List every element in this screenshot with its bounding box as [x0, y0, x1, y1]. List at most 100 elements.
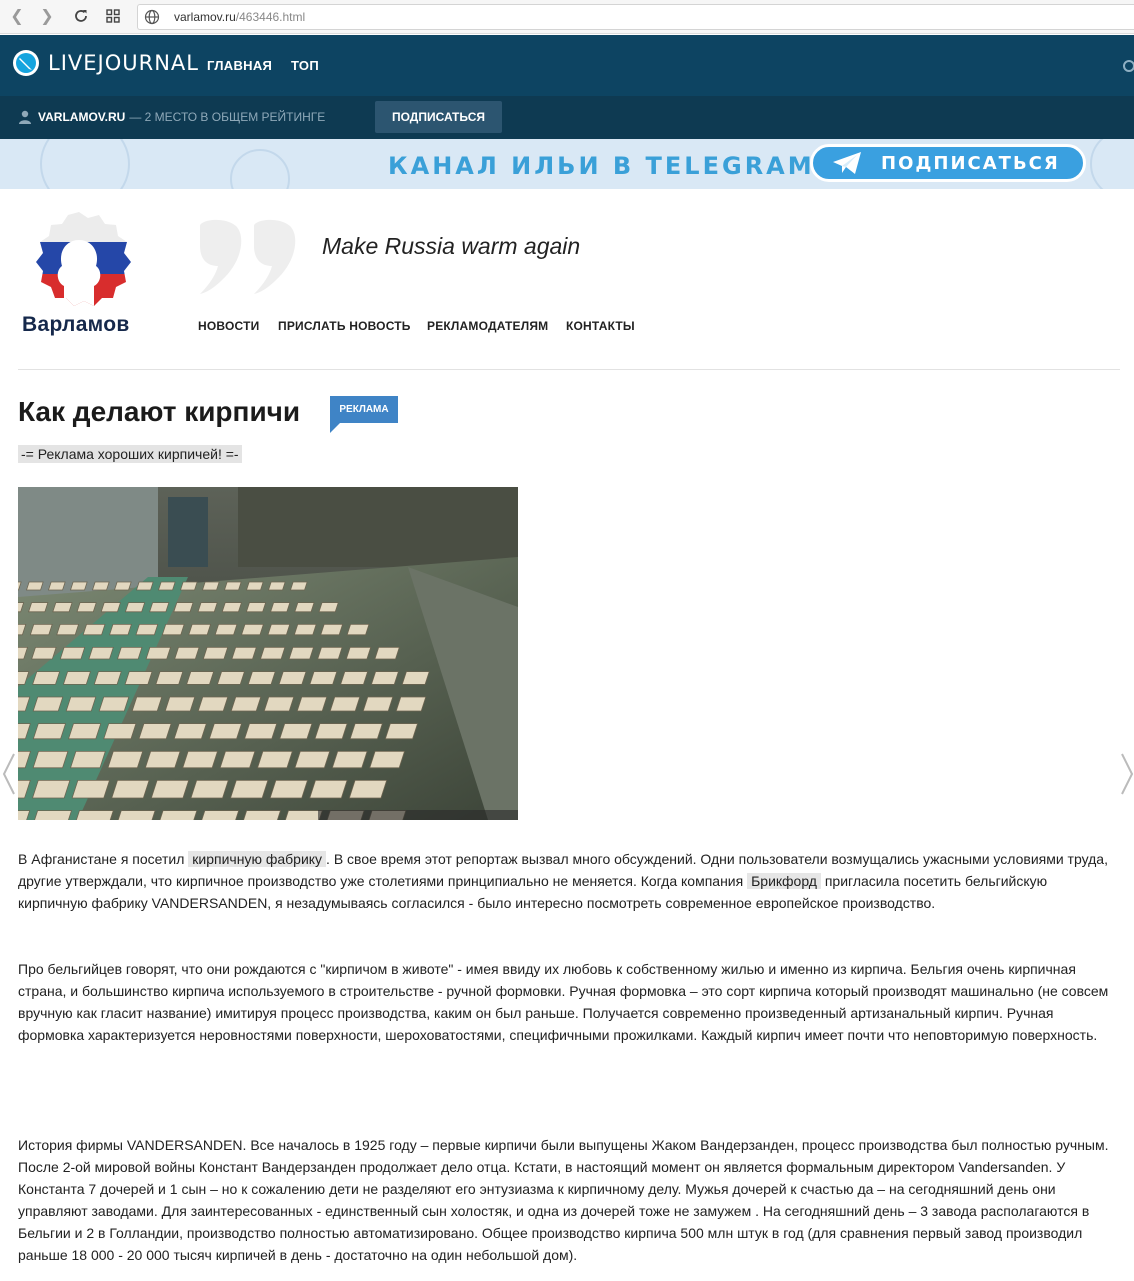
livejournal-logo[interactable]: LIVEJOURNAL [12, 49, 199, 77]
journal-owner[interactable]: VARLAMOV.RU — 2 МЕСТО В ОБЩЕМ РЕЙТИНГЕ [18, 110, 325, 124]
brick-shape [309, 779, 348, 799]
brick-shape [214, 623, 238, 636]
brick-shape [269, 779, 308, 799]
brick-shape [241, 623, 264, 636]
paragraph-text: В Афганистане я посетил [18, 851, 185, 867]
blog-nav-advertisers[interactable]: РЕКЛАМОДАТЕЛЯМ [427, 319, 548, 333]
back-icon[interactable]: ❮ [6, 5, 28, 27]
brick-shape [401, 671, 430, 685]
brick-shape [240, 810, 281, 820]
brick-shape [71, 779, 110, 799]
brick-shape [270, 602, 291, 613]
ad-badge[interactable]: РЕКЛАМА [330, 396, 398, 423]
brick-shape [263, 696, 295, 712]
brick-shape [202, 646, 229, 660]
forward-icon[interactable]: ❯ [36, 5, 58, 27]
brick-shape [288, 646, 315, 660]
address-bar[interactable]: varlamov.ru/463446.html [137, 4, 1134, 30]
brick-shape [149, 602, 170, 613]
brick-shape [290, 581, 308, 591]
brick-shape [281, 810, 323, 820]
quote-mark-icon [200, 219, 296, 294]
blog-tagline: Make Russia warm again [322, 233, 581, 259]
brick-shape [29, 623, 53, 636]
brick-shape [92, 581, 110, 591]
brick-shape [188, 623, 212, 636]
brick-shape [318, 602, 339, 613]
brick-shape [180, 581, 198, 591]
brick-shape [198, 810, 240, 820]
brick-shape [32, 779, 71, 799]
reload-icon[interactable] [70, 5, 92, 27]
brick-shape [32, 671, 61, 685]
brick-shape [131, 696, 163, 712]
brick-shape [136, 581, 154, 591]
brick-shape [56, 623, 80, 636]
lj-nav-top[interactable]: ТОП [291, 58, 319, 73]
blog-nav-news[interactable]: НОВОСТИ [198, 319, 259, 333]
brick-shape [114, 581, 132, 591]
blog-logo-name[interactable]: Варламов [22, 313, 130, 337]
russian-flag-seal-icon [36, 212, 131, 306]
lj-header: LIVEJOURNAL ГЛАВНАЯ ТОП [0, 35, 1134, 96]
brick-shape [224, 581, 242, 591]
user-icon [19, 110, 31, 124]
telegram-banner[interactable]: КАНАЛ ИЛЬИ В TELEGRAM ПОДПИСАТЬСЯ [0, 139, 1134, 189]
post-photo[interactable] [18, 487, 518, 820]
journal-name: VARLAMOV.RU [38, 110, 126, 124]
brick-shape [331, 750, 368, 769]
brick-shape [208, 723, 243, 740]
brick-shape [246, 581, 264, 591]
brick-factory-link[interactable]: кирпичную фабрику [188, 851, 327, 867]
brick-shape [124, 602, 146, 613]
brick-shape [174, 646, 200, 660]
brick-shape [349, 723, 383, 740]
gallery-next-arrow-icon[interactable] [1120, 752, 1134, 796]
lj-nav-main[interactable]: ГЛАВНАЯ [207, 58, 272, 73]
brick-shape [98, 696, 130, 712]
brick-shape [259, 646, 286, 660]
blog-nav-contacts[interactable]: КОНТАКТЫ [566, 319, 635, 333]
post-paragraph-1: В Афганистане я посетил кирпичную фабрик… [18, 848, 1118, 914]
lj-menu-edge[interactable] [1120, 35, 1134, 96]
brickford-link[interactable]: Брикфорд [747, 873, 821, 889]
brick-shape [52, 602, 73, 613]
brick-shape [138, 723, 172, 740]
lj-journal-bar: VARLAMOV.RU — 2 МЕСТО В ОБЩЕМ РЕЙТИНГЕ П… [0, 96, 1134, 139]
brick-shape [28, 602, 49, 613]
brick-shape [329, 696, 361, 712]
gallery-prev-arrow-icon[interactable] [2, 752, 16, 796]
brick-shape [374, 646, 400, 660]
brick-shape [182, 750, 219, 769]
journal-rank: — 2 МЕСТО В ОБЩЕМ РЕЙТИНГЕ [129, 110, 326, 124]
brick-shape [26, 581, 44, 591]
brick-shape [173, 723, 207, 740]
brick-shape [68, 723, 102, 740]
brick-shape [103, 723, 137, 740]
brick-shape [109, 623, 132, 636]
brick-shape [156, 810, 198, 820]
brick-shape [230, 779, 269, 799]
brick-shape [245, 602, 267, 613]
ad-badge-tail [330, 423, 340, 433]
brick-shape [144, 750, 181, 769]
subscribe-button[interactable]: ПОДПИСАТЬСЯ [375, 101, 502, 133]
brick-shape [186, 671, 215, 685]
telegram-subscribe-button[interactable]: ПОДПИСАТЬСЯ [810, 144, 1086, 182]
brick-shape [346, 623, 370, 636]
brick-shape [32, 696, 64, 712]
blog-nav-send-news[interactable]: ПРИСЛАТЬ НОВОСТЬ [278, 319, 411, 333]
brick-shape [278, 671, 307, 685]
brick-shape [294, 750, 331, 769]
brick-shape [72, 810, 114, 820]
brick-shape [219, 750, 256, 769]
apps-grid-icon[interactable] [102, 5, 124, 27]
brick-shape [135, 623, 159, 636]
brick-shape [100, 602, 121, 613]
brick-shape [32, 723, 67, 740]
brick-shape [161, 623, 185, 636]
brick-shape [348, 779, 388, 799]
brick-shape [31, 810, 72, 820]
brick-shape [340, 671, 369, 685]
banner-decoration [230, 149, 290, 189]
